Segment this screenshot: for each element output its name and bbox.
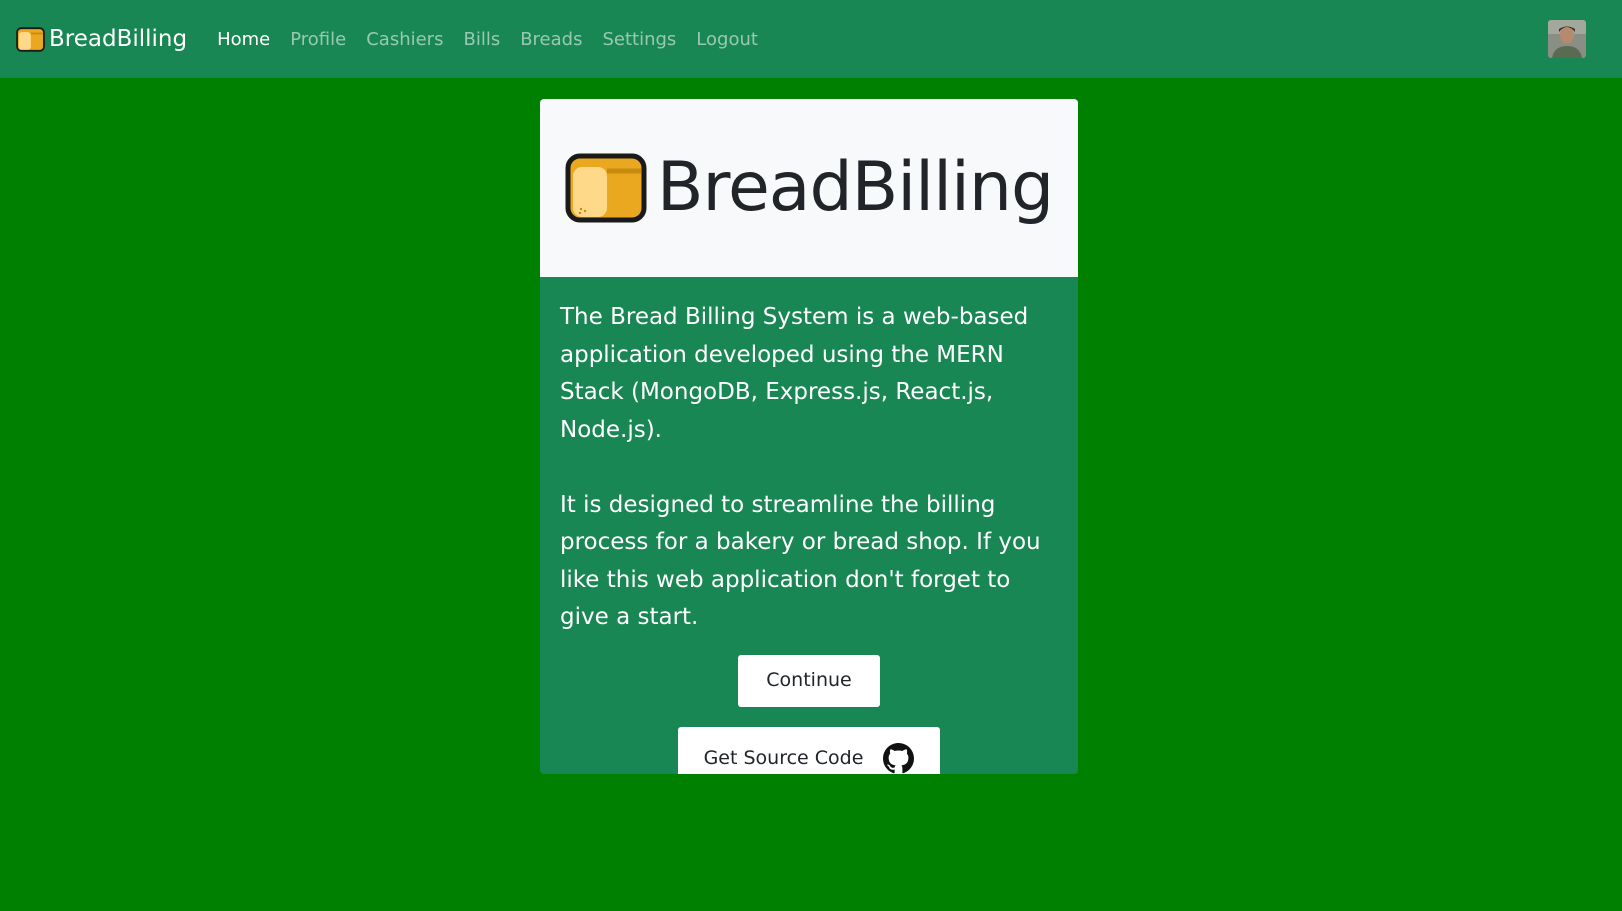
logo-text: BreadBilling	[656, 148, 1054, 227]
avatar-image	[1548, 20, 1586, 58]
get-source-code-button[interactable]: Get Source Code	[678, 726, 940, 774]
nav-breads[interactable]: Breads	[510, 29, 592, 50]
github-icon	[883, 743, 915, 774]
card-header: BreadBilling	[540, 99, 1078, 277]
continue-button[interactable]: Continue	[738, 654, 880, 707]
bread-icon	[565, 153, 647, 223]
description-paragraph: It is designed to streamline the billing…	[560, 491, 1041, 631]
source-button-label: Get Source Code	[703, 746, 864, 769]
nav-bills[interactable]: Bills	[453, 29, 510, 50]
welcome-card: BreadBilling The Bread Billing System is…	[540, 99, 1078, 774]
top-navbar: BreadBilling Home Profile Cashiers Bills…	[0, 0, 1622, 78]
brand-link[interactable]: BreadBilling	[16, 26, 187, 52]
nav-profile[interactable]: Profile	[280, 29, 356, 50]
bread-icon	[16, 26, 45, 52]
brand-name: BreadBilling	[49, 26, 188, 52]
nav-links: Home Profile Cashiers Bills Breads Setti…	[207, 29, 768, 50]
continue-button-label: Continue	[766, 668, 852, 691]
description-paragraph: The Bread Billing System is a web-based …	[560, 304, 1029, 443]
card-body: The Bread Billing System is a web-based …	[540, 277, 1078, 774]
logo: BreadBilling	[565, 148, 1054, 227]
nav-logout[interactable]: Logout	[686, 29, 768, 50]
nav-home[interactable]: Home	[207, 29, 280, 50]
nav-cashiers[interactable]: Cashiers	[356, 29, 453, 50]
nav-settings[interactable]: Settings	[592, 29, 686, 50]
user-avatar[interactable]	[1548, 20, 1586, 58]
